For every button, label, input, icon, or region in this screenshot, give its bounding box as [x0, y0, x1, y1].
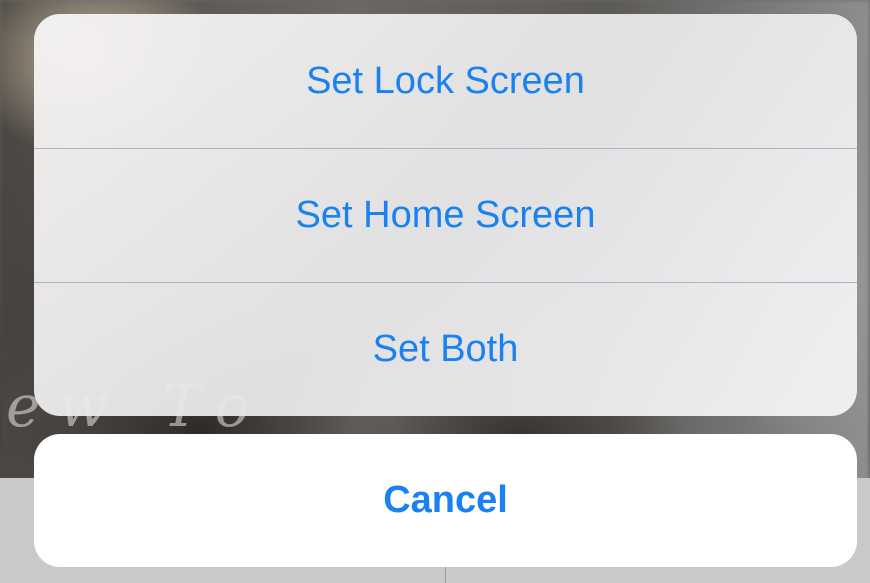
wallpaper-preview-screen: ew To Set Lock Screen Set Home Screen Se… [0, 0, 870, 583]
cancel-button[interactable]: Cancel [34, 434, 857, 567]
action-sheet: Set Lock Screen Set Home Screen Set Both [34, 14, 857, 416]
set-both-button[interactable]: Set Both [34, 282, 857, 416]
set-lock-screen-button[interactable]: Set Lock Screen [34, 14, 857, 148]
set-home-screen-button[interactable]: Set Home Screen [34, 148, 857, 282]
